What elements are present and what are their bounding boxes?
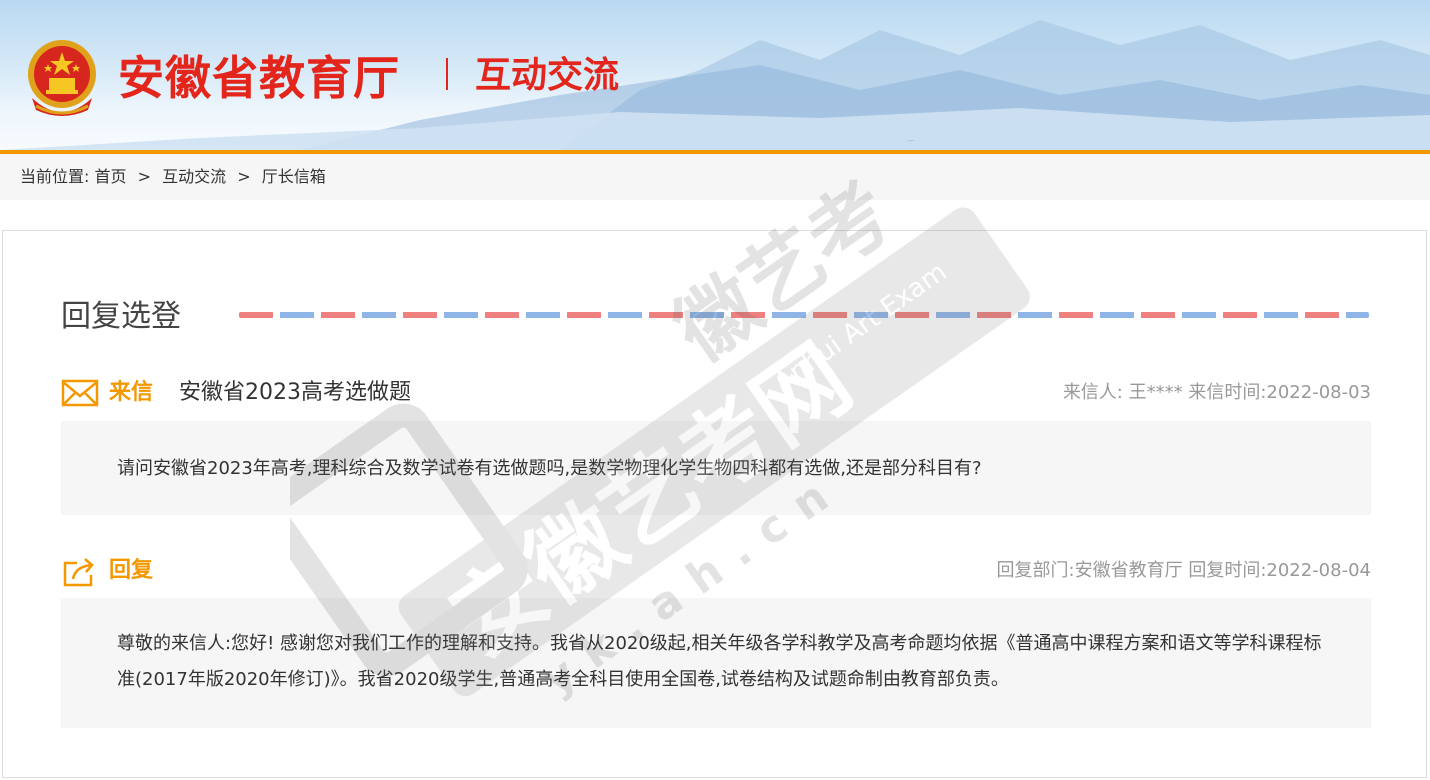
breadcrumb-mailbox-link[interactable]: 厅长信箱 [262,167,326,186]
reply-body-box: 尊敬的来信人:您好! 感谢您对我们工作的理解和支持。我省从2020级起,相关年级… [61,598,1371,728]
envelope-icon [61,379,99,407]
reply-header: 回复 回复部门:安徽省教育厅 回复时间:2022-08-04 [61,555,1371,589]
panel-title: 回复选登 [61,299,181,334]
letter-meta: 来信人: 王**** 来信时间:2022-08-03 [1062,382,1371,403]
breadcrumb-separator: > [237,167,251,186]
site-title[interactable]: 安徽省教育厅 [118,46,400,110]
breadcrumb: 当前位置: 首页 > 互动交流 > 厅长信箱 [0,154,1430,200]
letter-tag: 来信 [109,380,154,405]
letter-header: 来信 安徽省2023高考选做题 来信人: 王**** 来信时间:2022-08-… [61,377,1371,411]
header-banner: 安徽省教育厅 互动交流 [0,0,1430,150]
reply-meta: 回复部门:安徽省教育厅 回复时间:2022-08-04 [996,560,1371,581]
section-title[interactable]: 互动交流 [475,52,619,100]
breadcrumb-separator: > [137,167,152,186]
letter-body: 请问安徽省2023年高考,理科综合及数学试卷有选做题吗,是数学物理化学生物四科都… [117,458,982,479]
reply-body: 尊敬的来信人:您好! 感谢您对我们工作的理解和支持。我省从2020级起,相关年级… [117,633,1322,690]
reply-panel: 回复选登 来信 安徽省2023高考选做题 来信人: 王**** 来信时间:202… [2,230,1427,778]
letter-body-box: 请问安徽省2023年高考,理科综合及数学试卷有选做题吗,是数学物理化学生物四科都… [61,421,1371,515]
title-divider [446,58,448,90]
reply-tag: 回复 [109,558,154,583]
breadcrumb-label: 当前位置: [20,167,90,186]
breadcrumb-home-link[interactable]: 首页 [95,167,127,186]
airmail-divider [239,312,1369,318]
national-emblem-icon [28,40,96,116]
share-reply-icon [63,558,94,587]
breadcrumb-interaction-link[interactable]: 互动交流 [162,167,226,186]
letter-subject: 安徽省2023高考选做题 [179,380,411,405]
